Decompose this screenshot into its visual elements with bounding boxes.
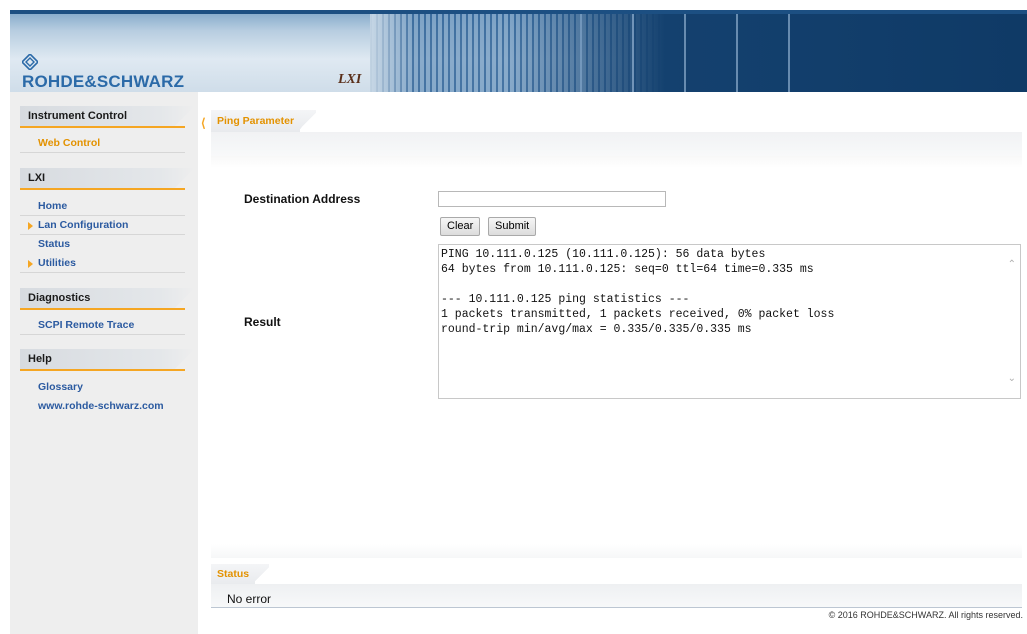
- nav-item-label: Web Control: [38, 137, 101, 149]
- result-output: PING 10.111.0.125 (10.111.0.125): 56 dat…: [441, 248, 835, 336]
- expand-arrow-icon: [28, 222, 33, 230]
- scroll-up-icon[interactable]: ⌃: [1008, 259, 1016, 270]
- sidebar-item-website[interactable]: www.rohde-schwarz.com: [20, 397, 185, 416]
- nav-item-label: Status: [38, 238, 71, 250]
- clear-button[interactable]: Clear: [440, 217, 481, 236]
- page-header: ROHDE&SCHWARZ LXI: [10, 10, 1027, 92]
- sidebar-item-scpi-remote-trace[interactable]: SCPI Remote Trace: [20, 316, 185, 335]
- status-tab: Status: [211, 564, 270, 584]
- destination-address-label: Destination Address: [244, 192, 361, 206]
- scroll-down-icon[interactable]: ⌄: [1008, 373, 1016, 384]
- tab-band: [211, 132, 1022, 156]
- nav-group-help: Help Glossary www.rohde-schwarz.com: [20, 349, 195, 416]
- rs-diamond-logo-icon: [22, 54, 38, 70]
- submit-button[interactable]: Submit: [488, 217, 537, 236]
- nav-item-label: Lan Configuration: [38, 219, 129, 231]
- tab-band-bottom: [211, 156, 1022, 168]
- nav-heading: Help: [20, 349, 195, 369]
- status-message: No error: [227, 592, 272, 606]
- header-lines: [530, 14, 810, 92]
- nav-heading: Instrument Control: [20, 106, 195, 126]
- status-divider: [211, 544, 1022, 558]
- result-label: Result: [244, 315, 281, 329]
- nav-item-label: Utilities: [38, 257, 76, 269]
- main-content: ⟨ Ping Parameter Destination Address Cle…: [198, 92, 1027, 634]
- nav-group-instrument-control: Instrument Control Web Control: [20, 106, 195, 153]
- lxi-logo: LXI: [338, 72, 362, 87]
- nav-heading: Diagnostics: [20, 288, 195, 308]
- sidebar-item-lan-configuration[interactable]: Lan Configuration: [20, 216, 185, 235]
- expand-arrow-icon: [28, 260, 33, 268]
- result-textarea[interactable]: PING 10.111.0.125 (10.111.0.125): 56 dat…: [438, 244, 1021, 399]
- nav-item-label: Home: [38, 200, 68, 212]
- sidebar-item-web-control[interactable]: Web Control: [20, 134, 185, 153]
- brand-name: ROHDE&SCHWARZ: [22, 72, 185, 91]
- tab-ping-parameter[interactable]: Ping Parameter: [211, 110, 317, 132]
- nav-heading: LXI: [20, 168, 195, 188]
- status-bar: [211, 584, 1022, 608]
- sidebar-item-home[interactable]: Home: [20, 197, 185, 216]
- nav-item-label: Glossary: [38, 381, 83, 393]
- sidebar: Instrument Control Web Control LXI Home …: [10, 92, 198, 634]
- copyright-text: © 2016 ROHDE&SCHWARZ. All rights reserve…: [828, 610, 1023, 620]
- destination-address-input[interactable]: [438, 191, 666, 207]
- nav-item-label: www.rohde-schwarz.com: [38, 400, 164, 412]
- nav-group-lxi: LXI Home Lan Configuration Status Utilit…: [20, 168, 195, 273]
- sidebar-item-glossary[interactable]: Glossary: [20, 378, 185, 397]
- sidebar-item-utilities[interactable]: Utilities: [20, 254, 185, 273]
- brand-logo: ROHDE&SCHWARZ: [10, 14, 210, 92]
- nav-item-label: SCPI Remote Trace: [38, 319, 135, 331]
- sidebar-item-status[interactable]: Status: [20, 235, 185, 254]
- nav-group-diagnostics: Diagnostics SCPI Remote Trace: [20, 288, 195, 335]
- back-chevron-icon[interactable]: ⟨: [201, 116, 206, 130]
